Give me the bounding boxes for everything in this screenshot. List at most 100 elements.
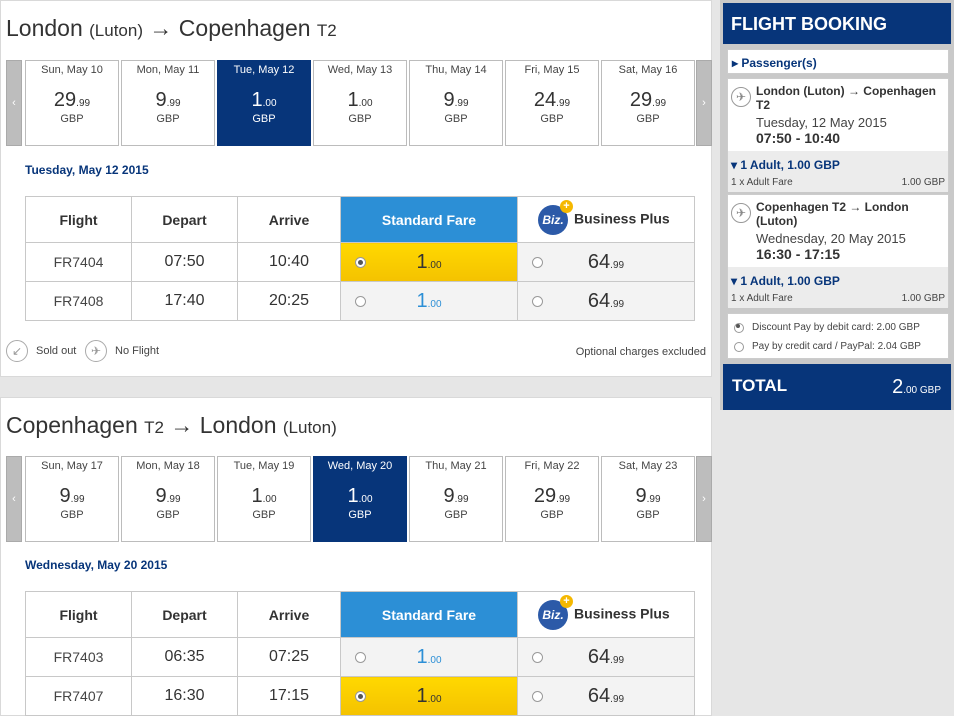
date-price: 1.00 (347, 89, 373, 111)
col-flight: Flight (25, 196, 132, 243)
business-plus-option[interactable]: 64.99 (517, 676, 695, 716)
next-week-button[interactable]: › (696, 60, 712, 146)
date-price: 9.99 (155, 89, 181, 111)
business-plus-option[interactable]: 64.99 (517, 242, 695, 282)
date-currency: GBP (540, 113, 564, 125)
outbound-leg-summary: ✈ London (Luton) → Copenhagen T2 Tuesday… (727, 78, 949, 192)
business-plus-radio[interactable] (532, 691, 543, 702)
biz-logo-icon: Biz. (538, 594, 573, 630)
leg-time: 07:50 - 10:40 (756, 130, 841, 146)
standard-fare-option[interactable]: 1.00 (340, 676, 518, 716)
passengers-toggle[interactable]: ▸ Passenger(s) (727, 49, 949, 74)
inbound-date-strip: ‹ Sun, May 17 9.99 GBP Mon, May 18 9.99 GBP Tu… (6, 456, 712, 542)
pay-credit-option[interactable]: Pay by credit card / PayPal: 2.04 GBP (734, 341, 921, 352)
sidebar-title: FLIGHT BOOKING (723, 3, 951, 44)
next-week-button[interactable]: › (696, 456, 712, 542)
inbound-leg-summary: ✈ Copenhagen T2 → London (Luton) Wednesd… (727, 194, 949, 308)
leg-date: Tuesday, 12 May 2015 (756, 115, 887, 130)
arrive-time: 10:40 (237, 242, 341, 282)
total-value: 2.00 GBP (892, 376, 941, 398)
date-currency: GBP (636, 113, 660, 125)
date-option[interactable]: Wed, May 13 1.00 GBP (313, 60, 407, 146)
leg-adult-breakdown: ▾ 1 Adult, 1.00 GBP 1 x Adult Fare 1.00 … (728, 151, 948, 192)
arrive-time: 07:25 (237, 637, 341, 677)
date-option[interactable]: Mon, May 18 9.99 GBP (121, 456, 215, 542)
date-price: 1.00 (347, 485, 373, 507)
date-currency: GBP (540, 509, 564, 521)
pay-debit-radio[interactable] (734, 322, 744, 333)
business-plus-radio[interactable] (532, 652, 543, 663)
date-option[interactable]: Thu, May 21 9.99 GBP (409, 456, 503, 542)
pay-credit-radio[interactable] (734, 341, 744, 352)
date-option[interactable]: Thu, May 14 9.99 GBP (409, 60, 503, 146)
col-standard-fare: Standard Fare (340, 591, 518, 638)
adult-fare-line: 1 x Adult Fare (731, 293, 793, 304)
depart-time: 16:30 (131, 676, 238, 716)
arrive-time: 17:15 (237, 676, 341, 716)
business-plus-option[interactable]: 64.99 (517, 637, 695, 677)
table-header: Flight Depart Arrive Standard Fare Biz.B… (25, 196, 695, 243)
date-currency: GBP (156, 113, 180, 125)
prev-week-button[interactable]: ‹ (6, 60, 22, 146)
flight-number: FR7404 (25, 242, 132, 282)
date-option[interactable]: Sun, May 17 9.99 GBP (25, 456, 119, 542)
depart-time: 06:35 (131, 637, 238, 677)
standard-fare-radio[interactable] (355, 652, 366, 663)
adult-fare-price: 1.00 GBP (901, 293, 945, 304)
date-label: Sat, May 23 (618, 460, 678, 472)
depart-time: 07:50 (131, 242, 238, 282)
date-option[interactable]: Wed, May 20 1.00 GBP (313, 456, 407, 542)
date-price: 1.00 (251, 89, 277, 111)
adult-toggle[interactable]: ▾ 1 Adult, 1.00 GBP (731, 274, 840, 288)
col-depart: Depart (131, 196, 238, 243)
date-currency: GBP (348, 509, 372, 521)
business-plus-radio[interactable] (532, 257, 543, 268)
date-price: 24.99 (533, 89, 571, 111)
date-price: 9.99 (443, 89, 469, 111)
date-option[interactable]: Sun, May 10 29.99 GBP (25, 60, 119, 146)
date-option[interactable]: Tue, May 12 1.00 GBP (217, 60, 311, 146)
date-option[interactable]: Mon, May 11 9.99 GBP (121, 60, 215, 146)
date-price: 9.99 (59, 485, 85, 507)
date-currency: GBP (444, 509, 468, 521)
business-plus-option[interactable]: 64.99 (517, 281, 695, 321)
outbound-date-heading: Tuesday, May 12 2015 (25, 163, 149, 177)
table-row: FR7408 17:40 20:25 1.00 64.99 (25, 281, 695, 321)
arrive-time: 20:25 (237, 281, 341, 321)
date-label: Sat, May 16 (618, 64, 678, 76)
total-label: TOTAL (732, 376, 788, 395)
standard-fare-radio[interactable] (355, 296, 366, 307)
leg-adult-breakdown: ▾ 1 Adult, 1.00 GBP 1 x Adult Fare 1.00 … (728, 267, 948, 308)
date-option[interactable]: Sat, May 16 29.99 GBP (601, 60, 695, 146)
col-flight: Flight (25, 591, 132, 638)
col-arrive: Arrive (237, 196, 341, 243)
flight-number: FR7408 (25, 281, 132, 321)
legend-sold-out: ↙ Sold out (6, 340, 76, 362)
date-option[interactable]: Tue, May 19 1.00 GBP (217, 456, 311, 542)
leg-date: Wednesday, 20 May 2015 (756, 231, 906, 246)
date-currency: GBP (156, 509, 180, 521)
outbound-date-strip: ‹ Sun, May 10 29.99 GBP Mon, May 11 9.99 GBP T… (6, 60, 712, 146)
standard-fare-option[interactable]: 1.00 (340, 281, 518, 321)
standard-fare-option[interactable]: 1.00 (340, 242, 518, 282)
date-price: 9.99 (155, 485, 181, 507)
date-price: 1.00 (251, 485, 277, 507)
date-option[interactable]: Sat, May 23 9.99 GBP (601, 456, 695, 542)
outbound-route-title: London (Luton) → Copenhagen T2 (6, 15, 337, 41)
date-option[interactable]: Fri, May 15 24.99 GBP (505, 60, 599, 146)
business-plus-radio[interactable] (532, 296, 543, 307)
date-label: Wed, May 13 (327, 64, 393, 76)
prev-week-button[interactable]: ‹ (6, 456, 22, 542)
date-currency: GBP (348, 113, 372, 125)
standard-fare-option[interactable]: 1.00 (340, 637, 518, 677)
col-business-plus: Biz.Business Plus (517, 591, 695, 638)
date-currency: GBP (252, 509, 276, 521)
adult-toggle[interactable]: ▾ 1 Adult, 1.00 GBP (731, 158, 840, 172)
outbound-panel: London (Luton) → Copenhagen T2 ‹ Sun, Ma… (0, 0, 712, 377)
standard-fare-radio[interactable] (355, 691, 366, 702)
col-standard-fare: Standard Fare (340, 196, 518, 243)
date-option[interactable]: Fri, May 22 29.99 GBP (505, 456, 599, 542)
adult-fare-line: 1 x Adult Fare (731, 177, 793, 188)
pay-debit-option[interactable]: Discount Pay by debit card: 2.00 GBP (734, 322, 920, 333)
standard-fare-radio[interactable] (355, 257, 366, 268)
